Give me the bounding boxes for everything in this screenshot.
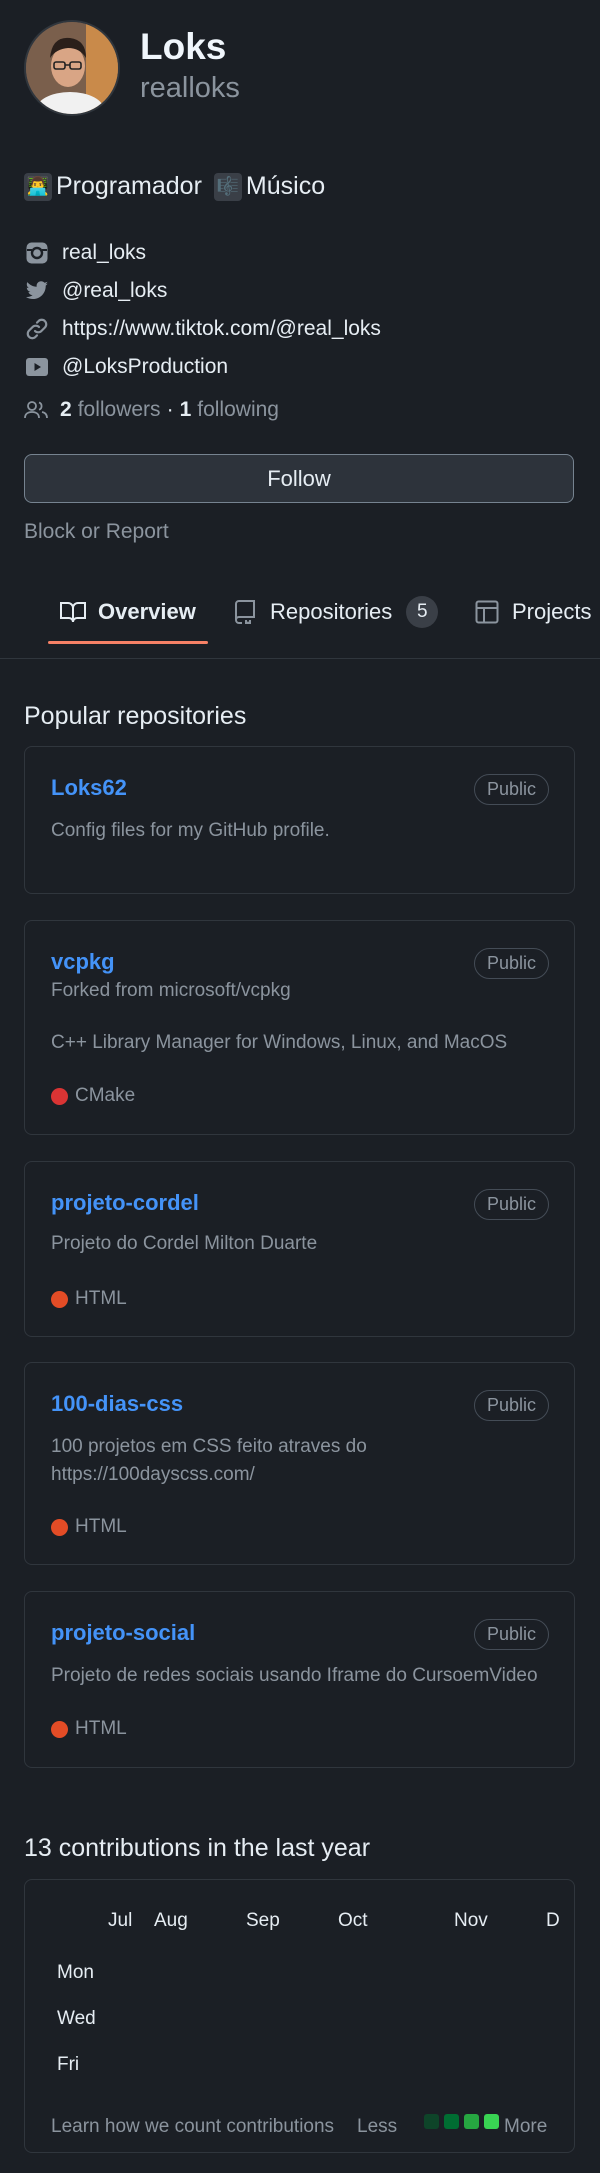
repo-description: 100 projetos em CSS feito atraves do htt… xyxy=(51,1436,367,1485)
repo-card: vcpkg Public Forked from microsoft/vcpkg… xyxy=(24,920,575,1135)
contributions-heading: 13 contributions in the last year xyxy=(24,1834,371,1862)
language-color-dot xyxy=(51,1518,68,1536)
followers-label: followers xyxy=(77,398,161,421)
followers-separator: · xyxy=(166,398,174,421)
legend-level-2 xyxy=(444,2114,459,2129)
repo-description: Projeto de redes sociais usando Iframe d… xyxy=(51,1665,538,1686)
repo-description: Config files for my GitHub profile. xyxy=(51,820,330,841)
repo-language: CMake xyxy=(51,1085,135,1107)
repo-card: 100-dias-css Public 100 projetos em CSS … xyxy=(24,1362,575,1565)
social-link-website[interactable]: https://www.tiktok.com/@real_loks xyxy=(24,316,381,342)
day-label: Wed xyxy=(57,2008,96,2029)
tab-projects[interactable]: Projects xyxy=(474,578,591,646)
legend-level-4 xyxy=(484,2114,499,2129)
repo-name-link[interactable]: projeto-cordel xyxy=(51,1190,199,1216)
contribution-graph: Jul Aug Sep Oct Nov D Mon Wed Fri Learn … xyxy=(24,1879,575,2153)
technologist-emoji: 👨‍💻 xyxy=(24,172,52,201)
legend-less-label: Less xyxy=(357,2116,398,2137)
language-color-dot xyxy=(51,1087,68,1105)
repo-language: HTML xyxy=(51,1718,127,1740)
profile-username: realloks xyxy=(140,72,240,104)
visibility-badge: Public xyxy=(473,948,549,979)
legend-level-3 xyxy=(464,2114,479,2129)
social-link-text[interactable]: https://www.tiktok.com/@real_loks xyxy=(62,317,381,341)
following-count: 1 xyxy=(179,398,192,421)
legend-more-label: More xyxy=(504,2116,548,2137)
visibility-badge: Public xyxy=(473,1390,549,1421)
social-link-text[interactable]: real_loks xyxy=(62,241,146,265)
visibility-badge: Public xyxy=(473,774,549,805)
repo-name-link[interactable]: projeto-social xyxy=(51,1620,195,1646)
repo-card: Loks62 Public Config files for my GitHub… xyxy=(24,746,575,894)
visibility-badge: Public xyxy=(473,1619,549,1650)
repo-card: projeto-cordel Public Projeto do Cordel … xyxy=(24,1161,575,1337)
social-link-text[interactable]: @real_loks xyxy=(62,279,167,303)
repo-name-link[interactable]: vcpkg xyxy=(51,949,115,975)
active-tab-indicator xyxy=(48,641,208,644)
repositories-count-badge: 5 xyxy=(406,596,439,628)
repo-icon xyxy=(232,599,258,625)
block-or-report-link[interactable]: Block or Report xyxy=(24,520,169,544)
month-label: Nov xyxy=(454,1910,488,1931)
bio-text-programador: Programador xyxy=(56,172,202,200)
profile-bio: 👨‍💻 Programador 🎼 Músico xyxy=(24,172,325,201)
social-link-text[interactable]: @LoksProduction xyxy=(62,355,228,379)
month-label: Oct xyxy=(338,1910,368,1931)
language-color-dot xyxy=(51,1720,68,1738)
month-label: D xyxy=(546,1910,560,1931)
repo-description: Projeto do Cordel Milton Duarte xyxy=(51,1233,318,1254)
language-color-dot xyxy=(51,1290,68,1308)
following-link[interactable]: 1 following xyxy=(180,398,279,422)
legend-level-1 xyxy=(424,2114,439,2129)
month-label: Sep xyxy=(246,1910,280,1931)
language-name: CMake xyxy=(75,1085,136,1106)
followers-count: 2 xyxy=(60,398,72,421)
repo-language: HTML xyxy=(51,1516,127,1538)
profile-tabs: Overview Repositories 5 Projects xyxy=(0,578,600,659)
social-link-youtube[interactable]: @LoksProduction xyxy=(24,354,228,380)
avatar[interactable] xyxy=(24,20,120,116)
following-label: following xyxy=(197,398,279,421)
day-label: Fri xyxy=(57,2054,80,2075)
tab-label: Projects xyxy=(512,599,592,624)
book-icon xyxy=(60,599,86,625)
tab-overview[interactable]: Overview xyxy=(60,578,196,646)
repo-name-link[interactable]: 100-dias-css xyxy=(51,1391,183,1417)
musical-score-emoji: 🎼 xyxy=(213,172,242,201)
language-name: HTML xyxy=(75,1718,127,1739)
month-label: Aug xyxy=(154,1910,188,1931)
repo-language: HTML xyxy=(51,1288,127,1310)
link-icon xyxy=(24,316,50,342)
tab-label: Repositories xyxy=(270,599,393,624)
youtube-icon xyxy=(24,354,50,380)
social-link-twitter[interactable]: @real_loks xyxy=(24,278,167,304)
table-icon xyxy=(474,599,500,625)
repo-card: projeto-social Public Projeto de redes s… xyxy=(24,1591,575,1768)
popular-repositories-heading: Popular repositories xyxy=(24,702,247,730)
language-name: HTML xyxy=(75,1516,127,1537)
repo-description: C++ Library Manager for Windows, Linux, … xyxy=(51,1032,508,1053)
bio-text-musico: Músico xyxy=(245,172,326,200)
tab-repositories[interactable]: Repositories 5 xyxy=(232,578,439,646)
avatar-image xyxy=(26,22,118,114)
visibility-badge: Public xyxy=(473,1189,549,1220)
followers-summary: 2 followers · 1 following xyxy=(24,397,279,423)
tab-label: Overview xyxy=(98,599,196,624)
followers-link[interactable]: 2 followers xyxy=(54,398,161,422)
follow-button[interactable]: Follow xyxy=(24,454,574,503)
learn-contributions-link[interactable]: Learn how we count contributions xyxy=(51,2116,334,2138)
day-label: Mon xyxy=(57,1962,94,1983)
repo-name-link[interactable]: Loks62 xyxy=(51,775,127,801)
social-link-instagram[interactable]: real_loks xyxy=(24,240,146,266)
people-icon xyxy=(24,397,50,423)
twitter-icon xyxy=(24,278,50,304)
instagram-icon xyxy=(24,240,50,266)
forked-from-link[interactable]: Forked from microsoft/vcpkg xyxy=(51,977,561,1005)
month-label: Jul xyxy=(108,1910,133,1931)
language-name: HTML xyxy=(75,1288,127,1309)
profile-name: Loks xyxy=(140,26,227,67)
